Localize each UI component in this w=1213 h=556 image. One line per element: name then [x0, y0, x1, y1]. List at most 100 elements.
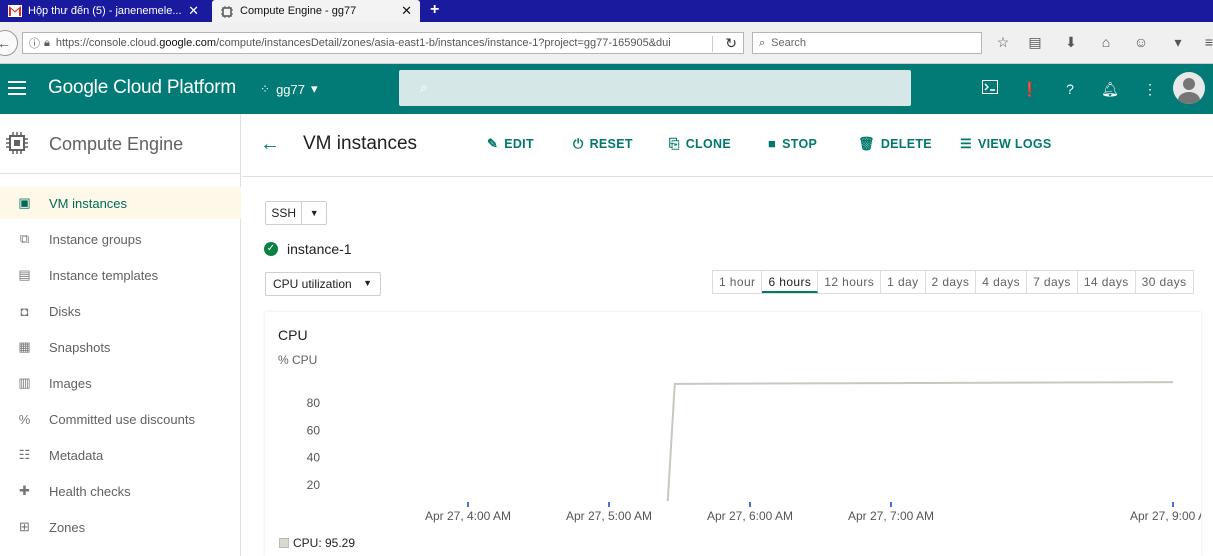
instance-status: ✓ instance-1 — [264, 241, 352, 257]
range-4-days[interactable]: 4 days — [976, 271, 1028, 293]
feedback-icon[interactable]: ❗ — [1020, 80, 1040, 98]
view-logs-label: VIEW LOGS — [977, 137, 1052, 151]
sidebar-item-label: Zones — [49, 519, 86, 535]
sidebar-item-label: Disks — [49, 303, 81, 319]
url-bar[interactable]: ⓘ 🔒︎ https://console.cloud.google.com/co… — [22, 32, 744, 54]
y-tick-label: 40 — [307, 451, 321, 465]
range-1-day[interactable]: 1 day — [881, 271, 926, 293]
sidebar-item-snapshots[interactable]: ▦ Snapshots — [0, 331, 241, 363]
ssh-split-button[interactable]: SSH ▼ — [265, 201, 327, 225]
new-tab-icon[interactable]: + — [430, 1, 439, 19]
menu-icon[interactable]: ≡ — [1200, 33, 1213, 51]
edit-label: EDIT — [504, 137, 534, 151]
gmail-icon — [8, 5, 22, 17]
series-line-cpu[interactable] — [666, 381, 1174, 502]
range-30-days[interactable]: 30 days — [1136, 271, 1193, 293]
metric-select-value: CPU utilization — [273, 277, 352, 291]
product-title[interactable]: Google Cloud Platform — [48, 77, 236, 99]
avatar[interactable] — [1173, 72, 1205, 104]
sidebar-item-label: Instance templates — [49, 267, 159, 283]
tab-title: Hộp thư đến (5) - janenemele... — [28, 5, 182, 17]
bookmark-star-icon[interactable]: ☆ — [994, 33, 1012, 51]
back-arrow-icon[interactable]: ← — [260, 133, 280, 156]
sidebar-item-images[interactable]: ▥ Images — [0, 367, 241, 399]
chevron-down-icon: ▾ — [310, 81, 318, 96]
browser-tab-gmail[interactable]: Hộp thư đến (5) - janenemele... ✕ — [0, 0, 207, 22]
x-tick-label: Apr 27, 6:00 AM — [707, 509, 793, 523]
sidebar-item-instance-templates[interactable]: ▤ Instance templates — [0, 259, 241, 291]
compute-engine-icon — [220, 5, 234, 18]
sidebar: Compute Engine ▣ VM instances ⧉ Instance g… — [0, 114, 241, 556]
sidebar-item-health-checks[interactable]: ✚ Health checks — [0, 475, 241, 507]
clone-label: CLONE — [685, 137, 731, 151]
stop-label: STOP — [782, 136, 818, 151]
legend-swatch — [279, 538, 289, 548]
close-icon[interactable]: ✕ — [188, 3, 199, 19]
compute-engine-chip-icon — [4, 130, 30, 156]
metric-select[interactable]: CPU utilization ▼ — [265, 272, 381, 296]
edit-button[interactable]: ✎ EDIT — [487, 136, 534, 152]
pencil-icon: ✎ — [487, 136, 499, 151]
sidebar-item-label: Instance groups — [49, 231, 142, 247]
info-icon[interactable]: ⓘ — [29, 35, 40, 51]
delete-label: DELETE — [880, 137, 932, 151]
stop-button[interactable]: ■ STOP — [768, 136, 817, 151]
disk-icon: ◘ — [20, 303, 29, 319]
page-title: VM instances — [303, 133, 418, 154]
sidebar-item-committed-use-discounts[interactable]: % Committed use discounts — [0, 403, 241, 435]
sidebar-item-vm-instances[interactable]: ▣ VM instances — [0, 187, 241, 219]
console-search-input[interactable] — [399, 70, 911, 106]
y-tick-label: 60 — [307, 423, 321, 437]
caret-down-icon[interactable]: ▼ — [302, 208, 326, 218]
range-2-days[interactable]: 2 days — [926, 271, 977, 293]
y-tick-label: 80 — [307, 396, 321, 410]
browser-search-input[interactable]: ⌕ Search — [752, 32, 982, 54]
sidebar-item-disks[interactable]: ◘ Disks — [0, 295, 241, 327]
view-logs-button[interactable]: ☰ VIEW LOGS — [960, 136, 1052, 152]
reset-label: RESET — [589, 137, 633, 151]
sidebar-item-label: Images — [49, 375, 92, 391]
reading-list-icon[interactable]: ▤ — [1026, 33, 1044, 51]
x-tick-label: Apr 27, 4:00 AM — [425, 509, 511, 523]
pocket-icon[interactable]: ▾ — [1169, 33, 1187, 51]
range-6-hours[interactable]: 6 hours — [762, 271, 819, 293]
list-icon: ☰ — [960, 136, 972, 151]
sidebar-item-metadata[interactable]: ☷ Metadata — [0, 439, 241, 471]
x-tick-label: Apr 27, 9:00 AM — [1130, 509, 1201, 523]
more-vert-icon[interactable]: ⋮ — [1140, 80, 1160, 98]
search-placeholder: Search — [771, 37, 807, 49]
range-7-days[interactable]: 7 days — [1027, 271, 1078, 293]
home-icon[interactable]: ⌂ — [1097, 33, 1115, 51]
sidebar-item-zones[interactable]: ⊞ Zones — [0, 511, 241, 543]
notifications-bell-icon[interactable]: 🔔︎ — [1100, 80, 1120, 98]
range-14-days[interactable]: 14 days — [1078, 271, 1136, 293]
stop-icon: ■ — [768, 136, 777, 151]
range-1-hour[interactable]: 1 hour — [713, 271, 763, 293]
trash-icon: 🗑︎ — [858, 136, 875, 151]
chart-legend: CPU: 95.29 — [279, 536, 355, 550]
images-icon: ▥ — [18, 375, 31, 390]
range-12-hours[interactable]: 12 hours — [818, 271, 882, 293]
delete-button[interactable]: 🗑︎ DELETE — [858, 136, 932, 152]
cpu-chart[interactable]: 20 40 60 80 Apr 27, 4:00 AM Apr 27, 5:00 AM Ap… — [265, 360, 1201, 536]
project-selector[interactable]: ⁘ gg77 ▾ — [260, 81, 318, 97]
browser-navbar: ← ⓘ 🔒︎ https://console.cloud.google.com/… — [0, 22, 1213, 64]
sidebar-item-label: Metadata — [49, 447, 104, 463]
hamburger-menu-icon[interactable] — [8, 81, 26, 95]
close-icon[interactable]: ✕ — [401, 3, 412, 19]
download-icon[interactable]: ⬇ — [1062, 33, 1080, 51]
check-circle-icon: ✓ — [264, 242, 278, 256]
cloud-shell-icon[interactable] — [980, 80, 1000, 98]
metadata-icon: ☷ — [18, 447, 31, 462]
reset-button[interactable]: ⏻ RESET — [573, 136, 633, 152]
clone-button[interactable]: ⎘ CLONE — [669, 136, 731, 152]
reload-icon[interactable]: ↻ — [725, 35, 737, 52]
sidebar-item-instance-groups[interactable]: ⧉ Instance groups — [0, 223, 241, 255]
browser-back-icon[interactable]: ← — [0, 30, 18, 56]
chat-icon[interactable]: ☺ — [1132, 33, 1150, 51]
ssh-button-label[interactable]: SSH — [266, 202, 303, 224]
search-icon: ⌕ — [759, 36, 766, 49]
help-icon[interactable]: ? — [1060, 80, 1080, 98]
url-text: https://console.cloud.google.com/compute… — [55, 37, 671, 49]
browser-tab-compute-engine[interactable]: Compute Engine - gg77 ✕ — [212, 0, 420, 22]
